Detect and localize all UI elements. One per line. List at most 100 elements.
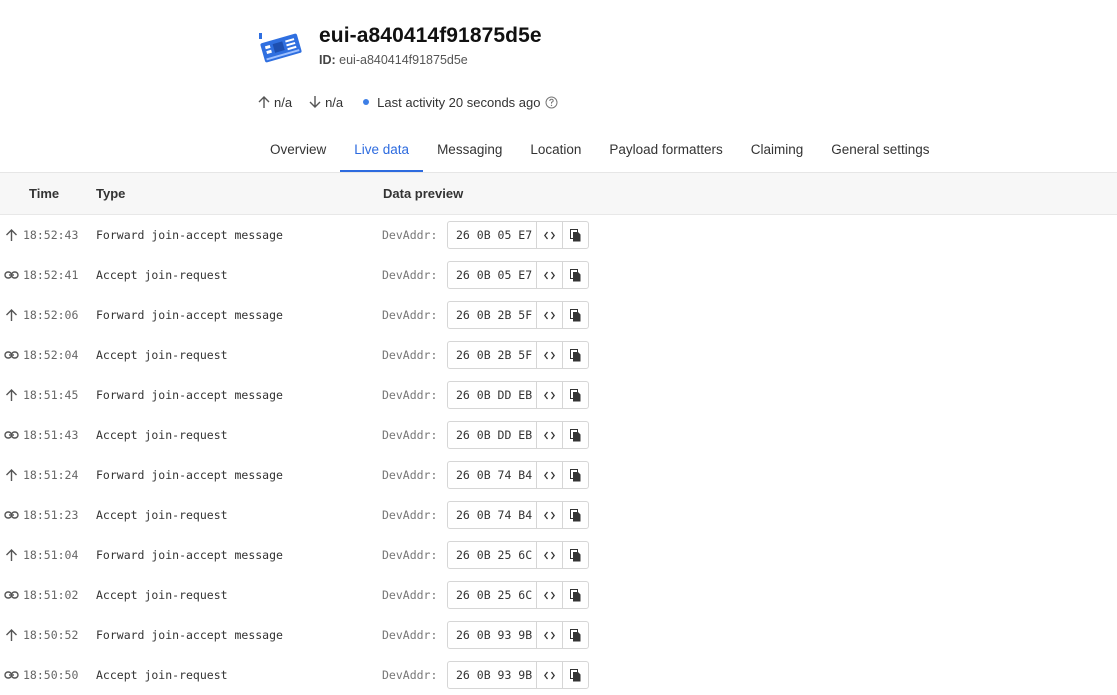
uplink-count: n/a (274, 94, 293, 110)
copy-icon (570, 628, 581, 641)
toggle-format-button[interactable] (537, 542, 562, 568)
toggle-format-button[interactable] (537, 582, 562, 608)
device-id: ID: eui-a840414f91875d5e (319, 53, 468, 67)
tab-location[interactable]: Location (516, 130, 595, 172)
table-row[interactable]: 18:51:02 Accept join-request DevAddr: 26… (0, 575, 1117, 615)
tab-messaging[interactable]: Messaging (423, 130, 516, 172)
toggle-format-button[interactable] (537, 502, 562, 528)
copy-button[interactable] (562, 542, 588, 568)
device-id-label: ID: (319, 53, 336, 67)
event-time: 18:52:41 (23, 268, 79, 282)
code-brackets-icon (544, 431, 555, 439)
column-header-time: Time (29, 186, 60, 201)
devaddr-value: 26 0B DD EB (448, 422, 537, 448)
column-header-data-preview: Data preview (383, 186, 464, 201)
downlink-count: n/a (325, 94, 344, 110)
devaddr-field: 26 0B 05 E7 (447, 261, 589, 289)
event-type: Forward join-accept message (96, 228, 283, 242)
live-data-table: 18:52:43 Forward join-accept message Dev… (0, 215, 1117, 695)
copy-button[interactable] (562, 502, 588, 528)
devaddr-value: 26 0B 74 B4 (448, 462, 537, 488)
code-brackets-icon (544, 551, 555, 559)
table-row[interactable]: 18:51:45 Forward join-accept message Dev… (0, 375, 1117, 415)
event-time: 18:51:23 (23, 508, 79, 522)
devaddr-label: DevAddr: (382, 668, 438, 682)
copy-button[interactable] (562, 222, 588, 248)
toggle-format-button[interactable] (537, 342, 562, 368)
toggle-format-button[interactable] (537, 422, 562, 448)
toggle-format-button[interactable] (537, 302, 562, 328)
tab-general-settings[interactable]: General settings (817, 130, 943, 172)
last-activity: Last activity 20 seconds ago (377, 94, 541, 110)
event-time: 18:52:43 (23, 228, 79, 242)
copy-icon (570, 428, 581, 441)
table-row[interactable]: 18:52:04 Accept join-request DevAddr: 26… (0, 335, 1117, 375)
column-header-type: Type (96, 186, 126, 201)
tab-payload-formatters[interactable]: Payload formatters (595, 130, 736, 172)
tab-live-data[interactable]: Live data (340, 130, 424, 172)
toggle-format-button[interactable] (537, 222, 562, 248)
copy-button[interactable] (562, 622, 588, 648)
copy-button[interactable] (562, 382, 588, 408)
event-time: 18:51:45 (23, 388, 79, 402)
code-brackets-icon (544, 311, 555, 319)
tab-overview[interactable]: Overview (256, 130, 340, 172)
toggle-format-button[interactable] (537, 382, 562, 408)
copy-button[interactable] (562, 582, 588, 608)
devaddr-value: 26 0B 74 B4 (448, 502, 537, 528)
copy-button[interactable] (562, 462, 588, 488)
copy-button[interactable] (562, 662, 588, 688)
devaddr-field: 26 0B 93 9B (447, 661, 589, 689)
table-row[interactable]: 18:51:04 Forward join-accept message Dev… (0, 535, 1117, 575)
copy-button[interactable] (562, 342, 588, 368)
table-row[interactable]: 18:52:41 Accept join-request DevAddr: 26… (0, 255, 1117, 295)
link-icon (4, 428, 19, 442)
tab-claiming[interactable]: Claiming (737, 130, 818, 172)
devaddr-field: 26 0B 93 9B (447, 621, 589, 649)
event-type: Accept join-request (96, 508, 228, 522)
copy-icon (570, 268, 581, 281)
devaddr-label: DevAddr: (382, 428, 438, 442)
event-time: 18:51:04 (23, 548, 79, 562)
arrow-up-icon (4, 628, 19, 642)
devaddr-value: 26 0B 25 6C (448, 542, 537, 568)
devaddr-field: 26 0B 25 6C (447, 541, 589, 569)
event-type: Forward join-accept message (96, 468, 283, 482)
code-brackets-icon (544, 511, 555, 519)
arrow-up-icon (4, 228, 19, 242)
toggle-format-button[interactable] (537, 622, 562, 648)
arrow-down-icon (309, 96, 321, 108)
event-time: 18:50:50 (23, 668, 79, 682)
devaddr-field: 26 0B 25 6C (447, 581, 589, 609)
devaddr-value: 26 0B 25 6C (448, 582, 537, 608)
toggle-format-button[interactable] (537, 662, 562, 688)
devaddr-field: 26 0B 2B 5F (447, 341, 589, 369)
status-dot (363, 99, 370, 105)
table-row[interactable]: 18:50:52 Forward join-accept message Dev… (0, 615, 1117, 655)
link-icon (4, 348, 19, 362)
devaddr-value: 26 0B 93 9B (448, 622, 537, 648)
table-row[interactable]: 18:52:43 Forward join-accept message Dev… (0, 215, 1117, 255)
toggle-format-button[interactable] (537, 462, 562, 488)
code-brackets-icon (544, 471, 555, 479)
device-board-icon (259, 33, 302, 63)
device-header: eui-a840414f91875d5e ID: eui-a840414f918… (0, 0, 1117, 172)
code-brackets-icon (544, 631, 555, 639)
toggle-format-button[interactable] (537, 262, 562, 288)
devaddr-label: DevAddr: (382, 628, 438, 642)
table-row[interactable]: 18:51:43 Accept join-request DevAddr: 26… (0, 415, 1117, 455)
code-brackets-icon (544, 351, 555, 359)
table-row[interactable]: 18:51:24 Forward join-accept message Dev… (0, 455, 1117, 495)
code-brackets-icon (544, 391, 555, 399)
event-type: Forward join-accept message (96, 628, 283, 642)
table-row[interactable]: 18:51:23 Accept join-request DevAddr: 26… (0, 495, 1117, 535)
copy-button[interactable] (562, 262, 588, 288)
help-icon[interactable] (545, 96, 558, 109)
copy-icon (570, 668, 581, 681)
table-row[interactable]: 18:50:50 Accept join-request DevAddr: 26… (0, 655, 1117, 695)
link-icon (4, 588, 19, 602)
copy-button[interactable] (562, 302, 588, 328)
copy-button[interactable] (562, 422, 588, 448)
table-row[interactable]: 18:52:06 Forward join-accept message Dev… (0, 295, 1117, 335)
copy-icon (570, 508, 581, 521)
